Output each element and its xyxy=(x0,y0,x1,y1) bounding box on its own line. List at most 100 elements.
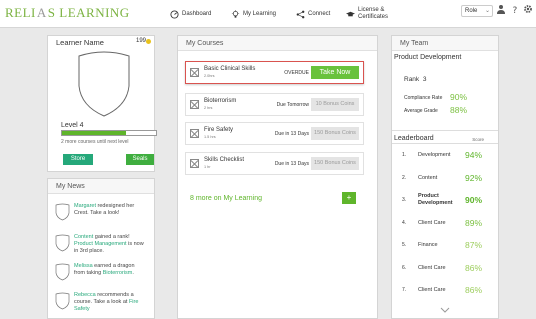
leaderboard-row: 3. Product Development 90% xyxy=(392,189,498,211)
lightbulb-icon xyxy=(231,9,240,18)
nav-license-certificates[interactable]: License & Certificates xyxy=(346,0,388,28)
leaderboard-team-name: Content xyxy=(418,174,438,181)
share-icon xyxy=(296,10,305,18)
course-name[interactable]: Fire Safety xyxy=(204,127,233,133)
leaderboard-score: 90% xyxy=(464,195,482,205)
leaderboard-team-name: Client Care xyxy=(418,219,446,226)
nav-license-line1: License & xyxy=(358,7,385,13)
logo-text-sep: A xyxy=(36,5,47,20)
news-text: Margaret redesigned her Crest. Take a lo… xyxy=(74,203,144,221)
bonus-coins-badge: 10 Bonus Coins xyxy=(311,98,359,111)
nav-dashboard[interactable]: Dashboard xyxy=(170,0,211,28)
nav-license-label: License & Certificates xyxy=(358,7,388,21)
leaderboard-row: 5. Finance 87% xyxy=(392,234,498,256)
logo-text-right: S LEARNING xyxy=(47,5,130,20)
average-grade-label: Average Grade xyxy=(404,108,438,114)
crest-shield-icon[interactable] xyxy=(77,50,131,118)
coin-icon xyxy=(146,39,151,44)
leaderboard-row: 4. Client Care 89% xyxy=(392,212,498,234)
course-row[interactable]: Bioterrorism 2 hrs Due Tomorrow 10 Bonus… xyxy=(185,93,364,116)
course-due: Due Tomorrow xyxy=(276,102,309,108)
news-link[interactable]: Melissa xyxy=(74,263,93,269)
bonus-coins-badge: 150 Bonus Coins xyxy=(311,127,359,140)
news-item: Rebecca recommends a course. Take a look… xyxy=(55,292,144,313)
relias-learning-logo[interactable]: RELIAS LEARNING xyxy=(5,5,130,21)
help-icon[interactable]: ? xyxy=(510,4,520,14)
course-row[interactable]: Skills Checklist 1 hr Due in 13 Days 150… xyxy=(185,152,364,175)
news-link[interactable]: Rebecca xyxy=(74,292,96,298)
news-item: Melissa earned a dragon from taking Biot… xyxy=(55,263,144,281)
compliance-rate-value: 90% xyxy=(450,92,468,102)
crest-shield-icon xyxy=(55,234,70,252)
user-icon[interactable] xyxy=(496,4,506,14)
progress-note: 2 more courses until next level xyxy=(61,139,129,145)
nav-connect[interactable]: Connect xyxy=(296,0,330,28)
news-item: Content gained a rank! Product Managemen… xyxy=(55,234,144,255)
leaderboard-team-name: Finance xyxy=(418,242,438,248)
my-news-panel: My News Margaret redesigned her Crest. T… xyxy=(47,178,155,319)
course-name[interactable]: Skills Checklist xyxy=(204,157,244,163)
score-column-label: Score xyxy=(472,137,484,142)
leaderboard-rank: 4. xyxy=(402,219,407,226)
leaderboard-row: 1. Development 94% xyxy=(392,144,498,166)
course-status-icon xyxy=(190,68,199,77)
nav-my-learning[interactable]: My Learning xyxy=(231,0,276,28)
leaderboard-title: Leaderboard xyxy=(394,135,434,142)
course-status-icon xyxy=(190,159,199,168)
role-select[interactable]: Role ⌄ xyxy=(461,5,493,17)
team-name: Product Development xyxy=(394,54,462,61)
course-hours: 1 hr xyxy=(204,165,211,169)
coin-balance: 199 xyxy=(135,38,146,44)
news-link[interactable]: Content xyxy=(74,234,93,240)
course-due: Due in 13 Days xyxy=(274,131,309,137)
course-status-icon xyxy=(190,129,199,138)
leaderboard-team-name: Development xyxy=(418,152,451,158)
news-text: Content gained a rank! Product Managemen… xyxy=(74,234,144,255)
gear-icon[interactable] xyxy=(523,4,533,14)
course-row[interactable]: Fire Safety 1.5 hrs Due in 13 Days 150 B… xyxy=(185,122,364,145)
svg-text:?: ? xyxy=(513,6,518,14)
leaderboard-row: 7. Client Care 86% xyxy=(392,279,498,301)
take-now-button[interactable]: Take Now xyxy=(311,66,359,79)
course-hours: 1.5 hrs xyxy=(204,135,216,139)
course-due: OVERDUE xyxy=(284,70,309,76)
more-on-my-learning-link[interactable]: 8 more on My Learning xyxy=(190,195,262,202)
add-course-button[interactable]: + xyxy=(342,192,356,204)
leaderboard-rank: 7. xyxy=(402,287,407,293)
leaderboard-rank: 6. xyxy=(402,264,407,271)
course-row[interactable]: Basic Clinical Skills 2.0hrs OVERDUE Tak… xyxy=(185,61,364,84)
course-name[interactable]: Basic Clinical Skills xyxy=(204,66,255,72)
role-select-value: Role xyxy=(465,8,478,14)
my-courses-panel: My Courses Basic Clinical Skills 2.0hrs … xyxy=(177,35,378,319)
crest-shield-icon xyxy=(55,263,70,281)
leaderboard-score: 92% xyxy=(464,172,482,183)
crest-shield-icon xyxy=(55,203,70,221)
leaderboard-team-name: Client Care xyxy=(418,264,446,271)
news-item: Margaret redesigned her Crest. Take a lo… xyxy=(55,203,144,221)
leaderboard-score: 86% xyxy=(464,262,482,273)
graduation-cap-icon xyxy=(346,11,355,16)
leaderboard-header: Leaderboard Score xyxy=(392,130,498,144)
learner-card: Learner Name 199 Level 4 2 more courses … xyxy=(47,35,157,172)
bonus-coins-badge: 150 Bonus Coins xyxy=(311,157,359,170)
news-link[interactable]: Margaret xyxy=(74,203,96,209)
news-link[interactable]: Product Management xyxy=(74,241,127,247)
course-due: Due in 13 Days xyxy=(274,161,309,167)
course-hours: 2 hrs xyxy=(204,106,213,110)
news-link[interactable]: Bioterrorism xyxy=(103,270,133,276)
news-text: Melissa earned a dragon from taking Biot… xyxy=(74,263,144,281)
chevron-down-icon[interactable] xyxy=(440,306,450,314)
store-button[interactable]: Store xyxy=(63,154,93,165)
leaderboard-team-name: Client Care xyxy=(418,287,446,293)
seals-button[interactable]: Seals xyxy=(126,154,154,165)
average-grade-value: 88% xyxy=(450,105,468,115)
leaderboard-team-name: Product Development xyxy=(418,193,453,206)
leaderboard-score: 89% xyxy=(464,217,482,228)
chevron-down-icon: ⌄ xyxy=(484,8,490,14)
course-name[interactable]: Bioterrorism xyxy=(204,98,236,104)
news-text: Rebecca recommends a course. Take a look… xyxy=(74,292,144,313)
top-bar: RELIAS LEARNING Dashboard My Learning Co… xyxy=(0,0,536,28)
compliance-rate-label: Compliance Rate xyxy=(404,95,443,101)
team-rank-label: Rank xyxy=(404,76,420,83)
learner-name: Learner Name xyxy=(56,38,104,47)
